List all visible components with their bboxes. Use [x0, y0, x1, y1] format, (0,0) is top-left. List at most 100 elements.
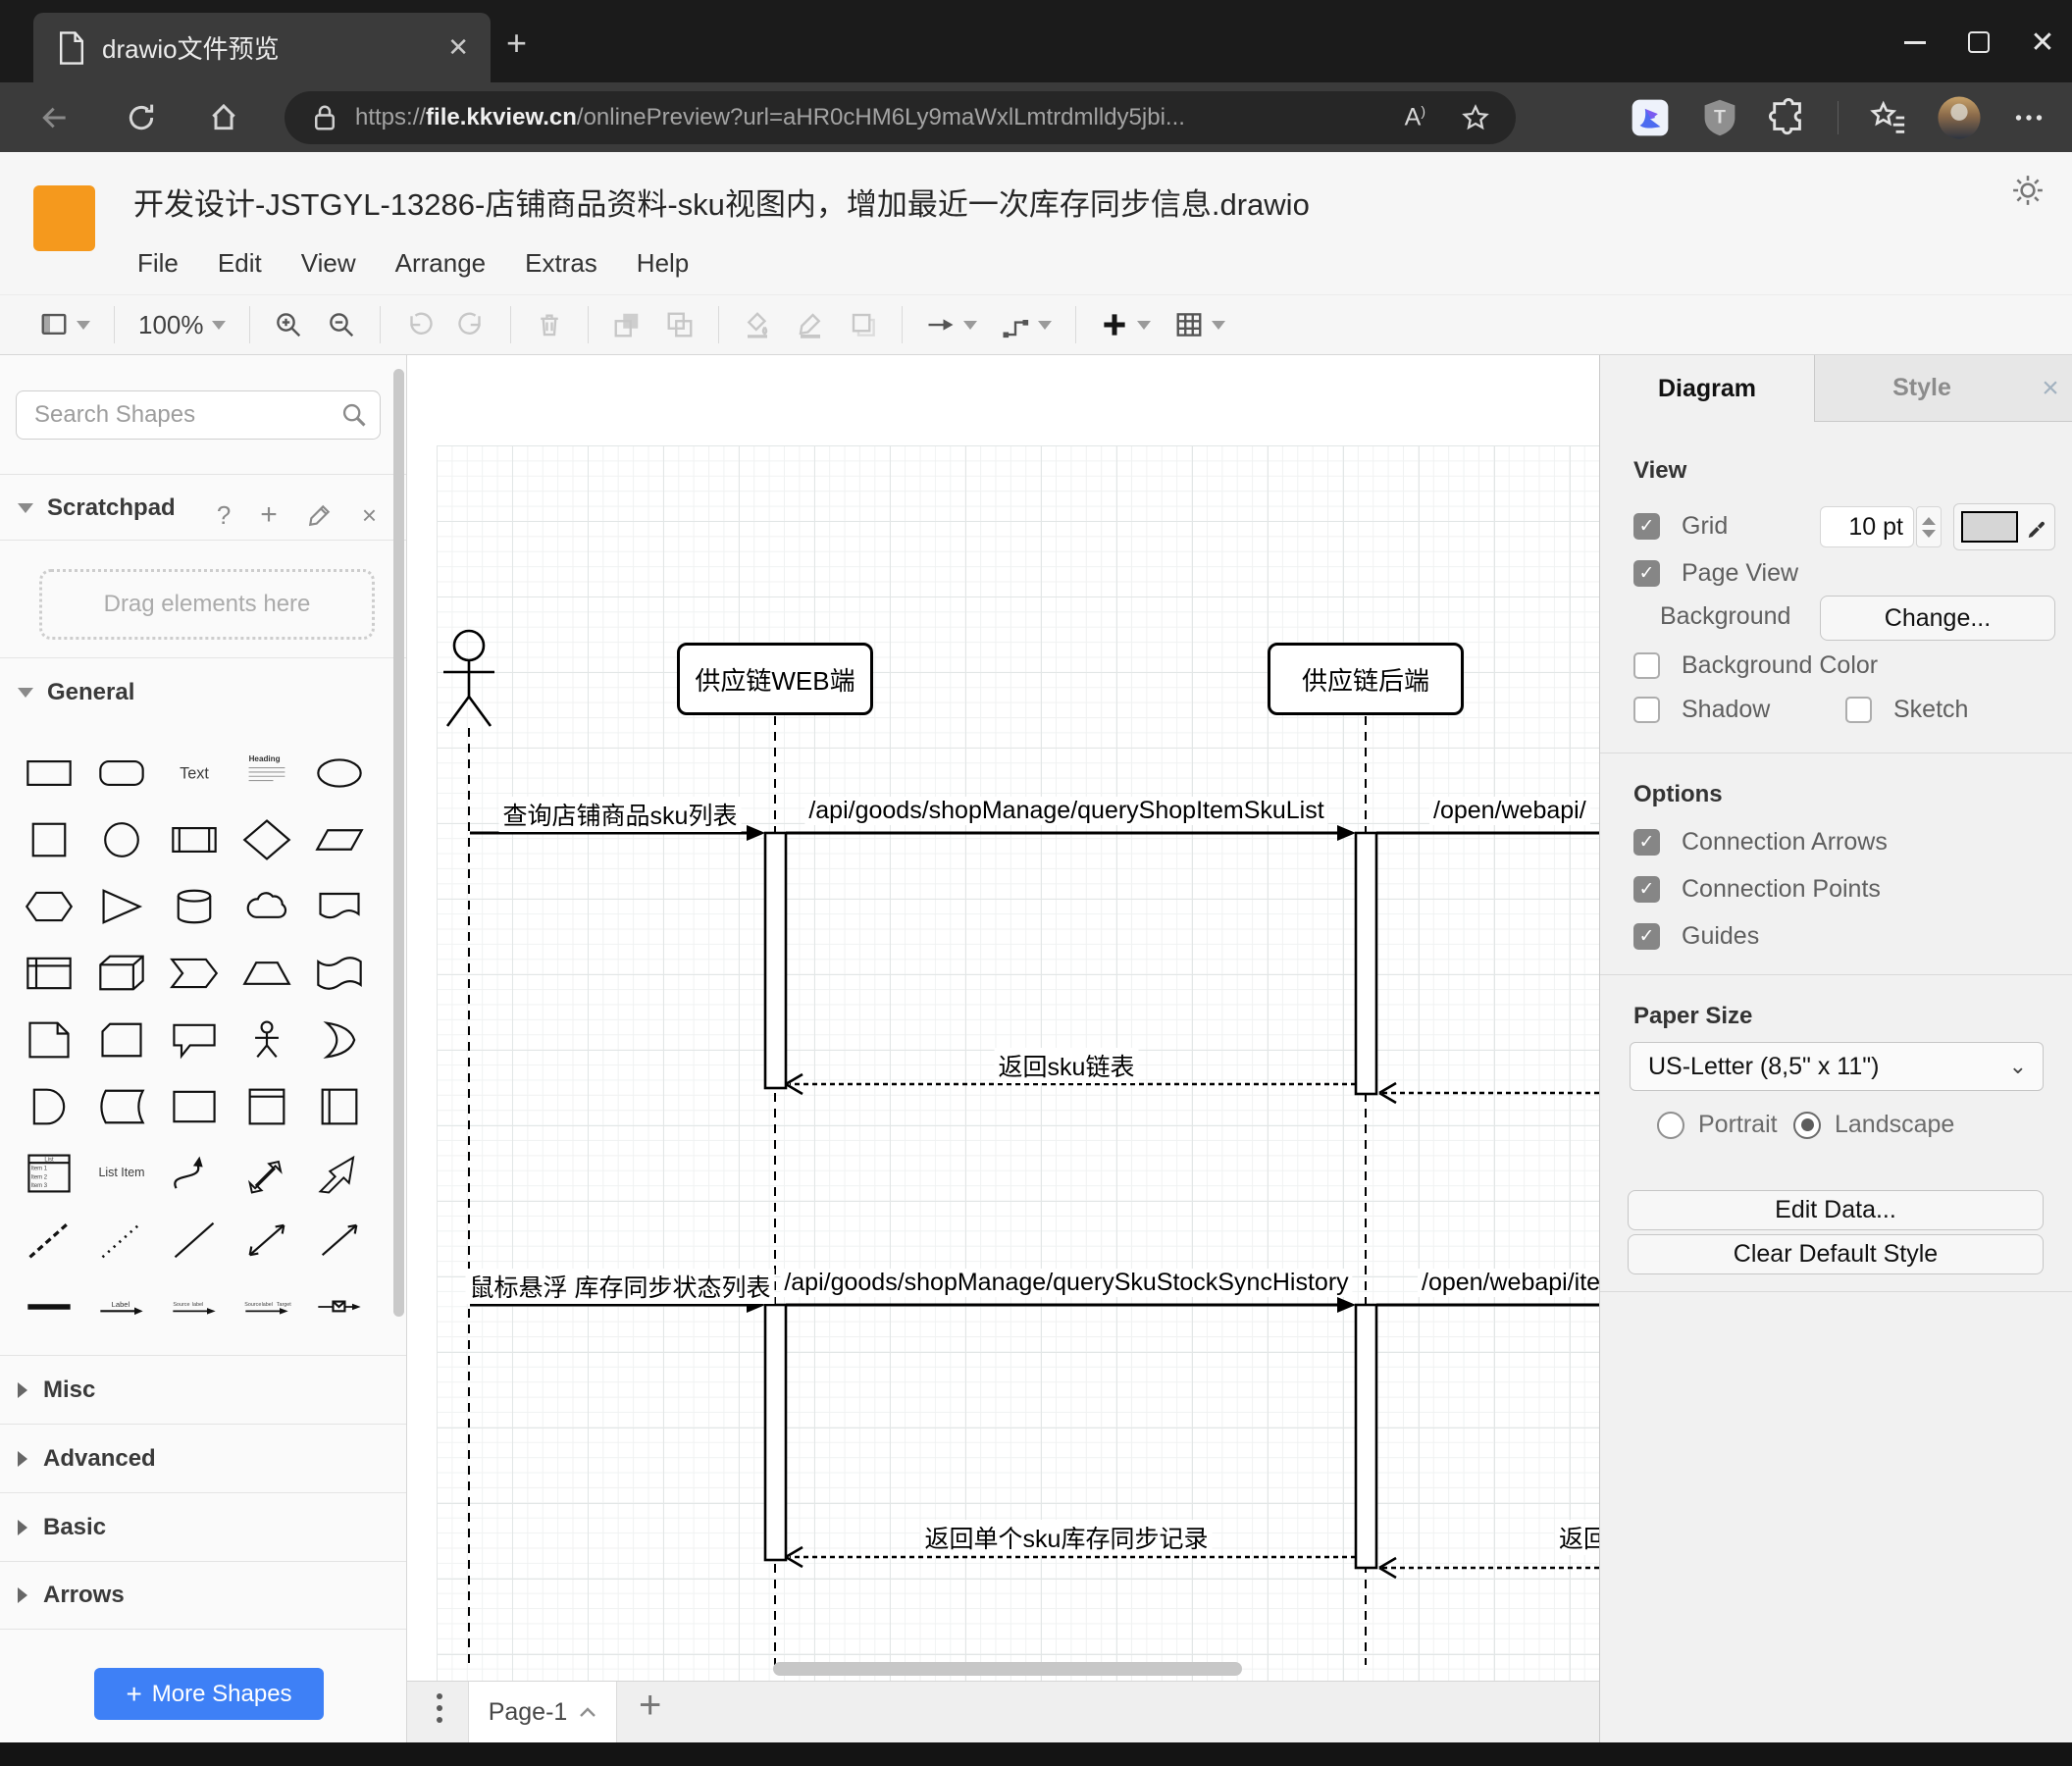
grid-checkbox[interactable]: ✓	[1633, 513, 1660, 540]
menu-view[interactable]: View	[301, 248, 356, 279]
extensions-puzzle-icon[interactable]	[1769, 98, 1808, 137]
shape-search[interactable]	[16, 390, 381, 440]
sidebar-scrollbar[interactable]	[393, 369, 404, 1317]
back-icon[interactable]	[39, 102, 71, 133]
eyedropper-icon[interactable]	[2026, 516, 2047, 538]
shape-circle[interactable]	[86, 806, 157, 873]
activation-bar-web-2[interactable]	[763, 1303, 788, 1562]
add-icon[interactable]: +	[260, 498, 278, 532]
reload-icon[interactable]	[126, 102, 157, 133]
connection-icon[interactable]	[926, 310, 977, 339]
diagram-canvas[interactable]: 供应链WEB端 供应链后端 查询店铺商品sku列表 /api/goods/sho…	[407, 355, 1599, 1681]
general-section-header[interactable]: General	[18, 679, 134, 706]
shape-triangle[interactable]	[86, 873, 157, 940]
profile-avatar[interactable]	[1937, 95, 1982, 140]
canvas-horizontal-scrollbar[interactable]	[773, 1662, 1242, 1676]
return-label-2[interactable]: 返回单个sku库存同步记录	[920, 1520, 1213, 1555]
shape-dashed-line[interactable]	[14, 1207, 84, 1273]
shape-card[interactable]	[86, 1007, 157, 1073]
participant-backend[interactable]: 供应链后端	[1268, 643, 1464, 715]
new-tab-button[interactable]: +	[506, 26, 527, 61]
shape-cylinder[interactable]	[159, 873, 230, 940]
shape-process[interactable]	[159, 806, 230, 873]
sketch-checkbox[interactable]	[1845, 697, 1872, 723]
shape-vertical-container[interactable]	[232, 1073, 302, 1140]
redo-icon[interactable]	[457, 310, 487, 339]
shape-note[interactable]	[14, 1007, 84, 1073]
shape-horizontal-line[interactable]	[14, 1273, 84, 1340]
connection-points-checkbox[interactable]: ✓	[1633, 876, 1660, 903]
menu-arrange[interactable]: Arrange	[395, 248, 487, 279]
undo-icon[interactable]	[404, 310, 434, 339]
message-label-6[interactable]: /open/webapi/item	[1418, 1269, 1599, 1297]
page-tab[interactable]: Page-1	[468, 1682, 617, 1742]
shape-hexagon[interactable]	[14, 873, 84, 940]
grid-color-control[interactable]	[1953, 503, 2055, 550]
scratchpad-dropzone[interactable]: Drag elements here	[39, 569, 375, 640]
shape-bidirectional-arrow[interactable]	[232, 1140, 302, 1207]
shape-internal-storage[interactable]	[14, 940, 84, 1007]
shape-cube[interactable]	[86, 940, 157, 1007]
zoom-out-icon[interactable]	[327, 310, 356, 339]
stepper-down-icon[interactable]	[1922, 529, 1936, 538]
to-front-icon[interactable]	[612, 310, 642, 339]
shape-arrow-with-label[interactable]: Label	[86, 1273, 157, 1340]
shape-cloud[interactable]	[232, 873, 302, 940]
connection-arrows-checkbox[interactable]: ✓	[1633, 829, 1660, 856]
page-view-icon[interactable]	[39, 310, 90, 339]
grid-size-input[interactable]: 10 pt	[1820, 506, 1914, 547]
panel-close-icon[interactable]: ×	[2029, 355, 2072, 422]
clear-default-style-button[interactable]: Clear Default Style	[1628, 1234, 2044, 1274]
more-menu-icon[interactable]	[2011, 100, 2046, 135]
table-icon[interactable]	[1174, 310, 1225, 339]
message-label-2[interactable]: /api/goods/shopManage/queryShopItemSkuLi…	[804, 797, 1328, 825]
shape-dotted-line[interactable]	[86, 1207, 157, 1273]
guides-checkbox[interactable]: ✓	[1633, 923, 1660, 950]
shape-horizontal-container[interactable]	[304, 1073, 375, 1140]
shadow-icon[interactable]	[849, 310, 878, 339]
maximize-icon[interactable]	[1949, 27, 2008, 57]
activation-bar-backend-2[interactable]	[1354, 1303, 1378, 1570]
waypoints-icon[interactable]	[1001, 310, 1052, 339]
shape-bidirectional-connector[interactable]	[232, 1207, 302, 1273]
message-label-4[interactable]: 鼠标悬浮 库存同步状态列表	[465, 1269, 775, 1304]
grid-size-stepper[interactable]	[1916, 506, 1942, 547]
tampermonkey-shield-icon[interactable]: T	[1700, 97, 1739, 138]
portrait-radio[interactable]	[1657, 1111, 1684, 1139]
favorite-star-icon[interactable]	[1461, 103, 1490, 132]
shadow-checkbox[interactable]	[1633, 697, 1660, 723]
shape-ellipse[interactable]	[304, 740, 375, 806]
shape-parallelogram[interactable]	[304, 806, 375, 873]
shape-double-labeled-arrow[interactable]: Source label Target	[232, 1273, 302, 1340]
scratchpad-header[interactable]: Scratchpad	[18, 494, 176, 522]
shape-list[interactable]: List Item 1 Item 2 Item 3	[14, 1140, 84, 1207]
shape-curve[interactable]	[159, 1140, 230, 1207]
more-shapes-button[interactable]: + More Shapes	[94, 1668, 324, 1720]
shape-envelope-link[interactable]	[304, 1273, 375, 1340]
shape-diamond[interactable]	[232, 806, 302, 873]
shape-list-item[interactable]: List Item	[86, 1140, 157, 1207]
thunder-bird-extension-icon[interactable]	[1630, 97, 1671, 138]
sidebar-section-misc[interactable]: Misc	[0, 1355, 406, 1424]
menu-edit[interactable]: Edit	[218, 248, 262, 279]
menu-help[interactable]: Help	[637, 248, 689, 279]
browser-tab[interactable]: drawio文件预览 ✕	[33, 13, 491, 82]
theme-sun-icon[interactable]	[2011, 174, 2045, 207]
home-icon[interactable]	[208, 102, 239, 133]
shape-rounded-rectangle[interactable]	[86, 740, 157, 806]
shape-textbox[interactable]: Heading	[232, 740, 302, 806]
paper-size-select[interactable]: US-Letter (8,5" x 11") ⌄	[1630, 1042, 2044, 1091]
shape-or[interactable]	[304, 1007, 375, 1073]
zoom-level-dropdown[interactable]: 100%	[138, 310, 226, 340]
shape-directional-connector[interactable]	[304, 1207, 375, 1273]
shape-actor[interactable]	[232, 1007, 302, 1073]
close-icon[interactable]: ×	[362, 500, 377, 531]
zoom-in-icon[interactable]	[274, 310, 303, 339]
fill-color-icon[interactable]	[743, 310, 772, 339]
edit-data-button[interactable]: Edit Data...	[1628, 1190, 2044, 1230]
shape-arrow[interactable]	[304, 1140, 375, 1207]
background-color-checkbox[interactable]	[1633, 652, 1660, 679]
address-bar[interactable]: https://file.kkview.cn/onlinePreview?url…	[285, 91, 1516, 144]
to-back-icon[interactable]	[665, 310, 695, 339]
edit-pencil-icon[interactable]	[307, 502, 333, 528]
